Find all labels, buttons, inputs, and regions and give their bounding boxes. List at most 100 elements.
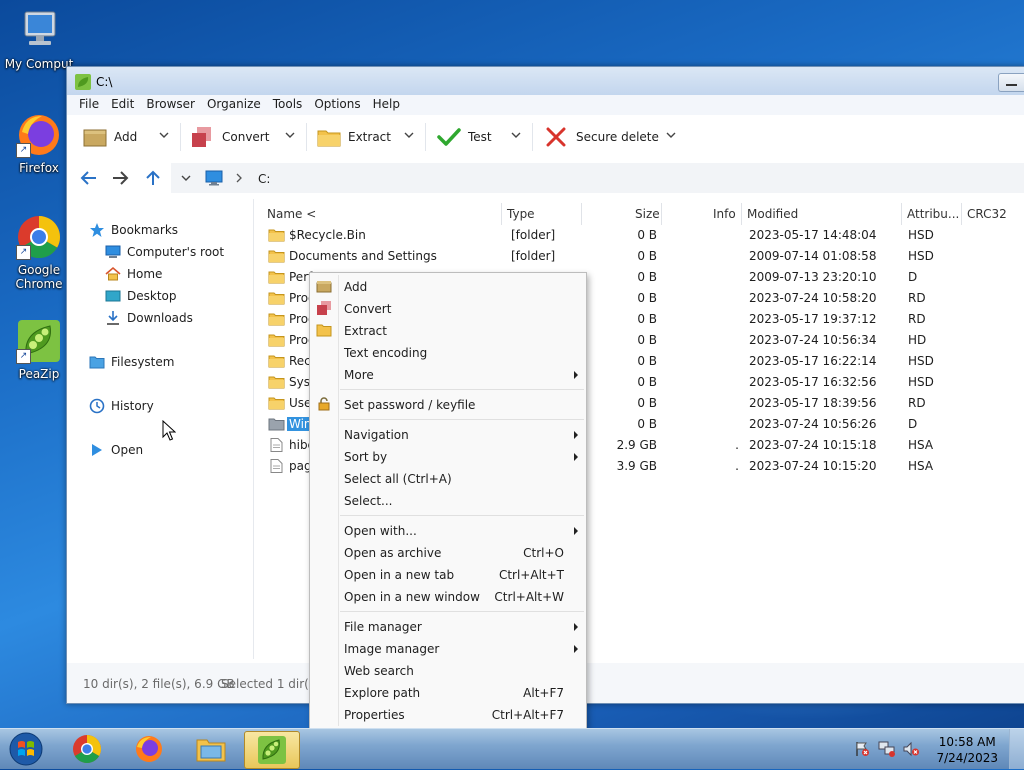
show-desktop-button[interactable] [1009,729,1024,769]
add-button[interactable]: Add [83,125,137,149]
desktop-icon-label: Firefox [19,161,59,175]
table-row[interactable]: Documents and Settings [folder] 0 B 2009-07… [261,246,1024,267]
menu-options[interactable]: Options [308,95,366,111]
menu-help[interactable]: Help [367,95,406,111]
taskbar-firefox[interactable] [122,731,176,767]
submenu-arrow-icon [574,371,578,379]
menu-item-web-search[interactable]: Web search [310,659,586,681]
column-separator[interactable] [961,203,962,225]
desktop-icon-firefox[interactable]: ↗ Firefox [4,112,74,175]
menu-item-label: Open as archive [344,546,442,560]
sidebar-bookmarks[interactable]: Bookmarks [89,221,178,239]
menu-item-open-new-window[interactable]: Open in a new window Ctrl+Alt+W [310,585,586,607]
column-header-crc32[interactable]: CRC32 [967,203,1007,225]
convert-button[interactable]: Convert [191,125,269,149]
delete-x-icon [545,126,567,148]
file-explorer-icon [196,739,226,762]
column-header-attributes[interactable]: Attribu... [907,203,959,225]
menu-item-text-encoding[interactable]: Text encoding [310,341,586,363]
sidebar-bookmarks-label: Bookmarks [111,223,179,237]
test-button[interactable]: Test [437,125,492,149]
sidebar-item-desktop[interactable]: Desktop [105,287,177,305]
menu-browser[interactable]: Browser [140,95,201,111]
column-header-type[interactable]: Type [507,203,535,225]
sidebar-item-downloads[interactable]: Downloads [105,309,193,327]
menu-item-convert[interactable]: Convert [310,297,586,319]
clock[interactable]: 10:58 AM 7/24/2023 [936,734,998,766]
sidebar-open[interactable]: Open [89,441,143,459]
taskbar-explorer[interactable] [184,731,238,767]
folder-icon [268,271,285,284]
menu-item-add[interactable]: Add [310,275,586,297]
action-center-flag-icon[interactable] [854,741,870,757]
menu-item-open-with[interactable]: Open with... [310,519,586,541]
file-attributes: RD [908,396,926,410]
menu-item-file-manager[interactable]: File manager [310,615,586,637]
file-modified: 2009-07-14 01:08:58 [749,249,877,263]
folder-icon [268,376,285,389]
menu-file[interactable]: File [67,95,105,111]
title-bar[interactable]: C:\ [67,67,1024,95]
sidebar-history[interactable]: History [89,397,154,415]
test-dropdown-chevron-icon[interactable] [509,128,523,142]
column-separator[interactable] [501,203,502,225]
column-separator[interactable] [901,203,902,225]
column-separator[interactable] [661,203,662,225]
menu-item-image-manager[interactable]: Image manager [310,637,586,659]
secure-delete-button[interactable]: Secure delete [545,125,659,149]
desktop-icon-chrome[interactable]: ↗ Google Chrome [4,214,74,291]
menu-tools[interactable]: Tools [267,95,309,111]
menu-item-open-new-tab[interactable]: Open in a new tab Ctrl+Alt+T [310,563,586,585]
add-dropdown-chevron-icon[interactable] [157,128,171,142]
network-icon[interactable] [878,741,896,757]
column-header-info[interactable]: Info [713,203,736,225]
file-size: 0 B [637,228,657,242]
menu-item-select-all[interactable]: Select all (Ctrl+A) [310,467,586,489]
sidebar-item-label: Downloads [127,311,193,325]
volume-muted-icon[interactable] [902,741,920,757]
menu-separator [340,611,584,612]
history-dropdown-chevron-icon[interactable] [179,172,193,184]
forward-arrow-icon[interactable] [110,169,130,187]
menu-item-label: Convert [344,302,392,316]
convert-dropdown-chevron-icon[interactable] [283,128,297,142]
taskbar-chrome[interactable] [60,731,114,767]
menu-item-set-password[interactable]: Set password / keyfile [310,393,586,415]
taskbar-peazip[interactable] [244,731,300,769]
menu-item-sort-by[interactable]: Sort by [310,445,586,467]
menu-item-label: Open in a new window [344,590,480,604]
table-row[interactable]: $Recycle.Bin [folder] 0 B 2023-05-17 14:48:… [261,225,1024,246]
desktop-icon-my-computer[interactable]: My Comput [4,8,74,71]
start-button[interactable] [4,731,48,767]
column-header-name[interactable]: Name < [267,203,316,225]
menu-item-label: Add [344,280,368,294]
menu-item-open-as-archive[interactable]: Open as archive Ctrl+O [310,541,586,563]
menu-item-extract[interactable]: Extract [310,319,586,341]
sidebar-item-computers-root[interactable]: Computer's root [105,243,224,261]
menu-item-select[interactable]: Select... [310,489,586,511]
extract-button[interactable]: Extract [317,125,391,149]
desktop-icon-peazip[interactable]: ↗ PeaZip [4,318,74,381]
file-size: 0 B [637,396,657,410]
menu-item-more[interactable]: More [310,363,586,385]
address-field[interactable]: C: [171,163,1024,193]
menu-item-explore-path[interactable]: Explore path Alt+F7 [310,681,586,703]
file-attributes: HSA [908,459,934,473]
menu-edit[interactable]: Edit [105,95,140,111]
sidebar-item-home[interactable]: Home [105,265,162,283]
column-header-size[interactable]: Size [635,203,660,225]
up-arrow-icon[interactable] [143,169,163,187]
column-separator[interactable] [741,203,742,225]
column-separator[interactable] [581,203,582,225]
column-header-modified[interactable]: Modified [747,203,798,225]
back-arrow-icon[interactable] [79,169,99,187]
menu-separator [340,389,584,390]
menu-item-properties[interactable]: Properties Ctrl+Alt+F7 [310,703,586,725]
desktop-icon [105,288,121,304]
sidebar-filesystem[interactable]: Filesystem [89,353,174,371]
menu-item-navigation[interactable]: Navigation [310,423,586,445]
minimize-button[interactable] [998,73,1024,92]
extract-dropdown-chevron-icon[interactable] [402,128,416,142]
menu-organize[interactable]: Organize [201,95,267,111]
secure-delete-dropdown-chevron-icon[interactable] [664,128,678,142]
